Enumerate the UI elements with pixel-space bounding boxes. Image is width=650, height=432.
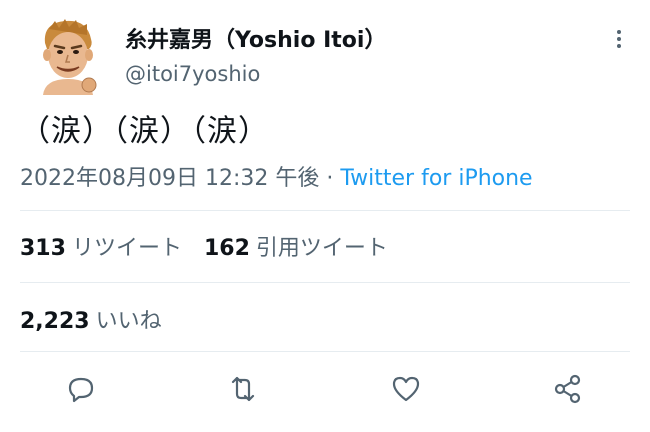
stats-row: 313 リツイート 162 引用ツイート — [20, 230, 388, 262]
tweet-text: （涙）（涙）（涙） — [20, 114, 269, 149]
quotes-stat[interactable]: 162 引用ツイート — [204, 236, 388, 261]
divider — [20, 351, 630, 352]
meta-separator: · — [319, 166, 341, 191]
avatar[interactable] — [35, 15, 99, 95]
likes-label: いいね — [95, 309, 162, 334]
quotes-label: 引用ツイート — [255, 236, 388, 261]
likes-count: 2,223 — [20, 309, 90, 334]
quotes-count: 162 — [203, 236, 250, 261]
heart-icon — [392, 376, 420, 402]
likes-row[interactable]: 2,223 いいね — [20, 303, 162, 335]
retweet-icon — [231, 376, 255, 402]
display-name[interactable]: 糸井嘉男（Yoshio Itoi） — [125, 22, 386, 54]
retweets-count: 313 — [20, 236, 66, 261]
retweets-label: リツイート — [71, 236, 182, 261]
retweets-stat[interactable]: 313 リツイート — [20, 236, 182, 261]
reply-icon — [68, 377, 94, 403]
reply-button[interactable] — [64, 372, 98, 406]
divider — [20, 282, 630, 283]
handle[interactable]: @itoi7yoshio — [125, 62, 260, 86]
more-vertical-icon[interactable] — [609, 27, 629, 51]
timestamp[interactable]: 2022年08月09日 12:32 午後 — [20, 166, 319, 191]
like-button[interactable] — [389, 372, 423, 406]
tweet-meta: 2022年08月09日 12:32 午後 · Twitter for iPhon… — [20, 160, 533, 192]
retweet-button[interactable] — [226, 372, 260, 406]
share-icon — [554, 374, 581, 404]
divider — [20, 210, 630, 211]
share-button[interactable] — [551, 372, 585, 406]
source-link[interactable]: Twitter for iPhone — [340, 166, 532, 191]
